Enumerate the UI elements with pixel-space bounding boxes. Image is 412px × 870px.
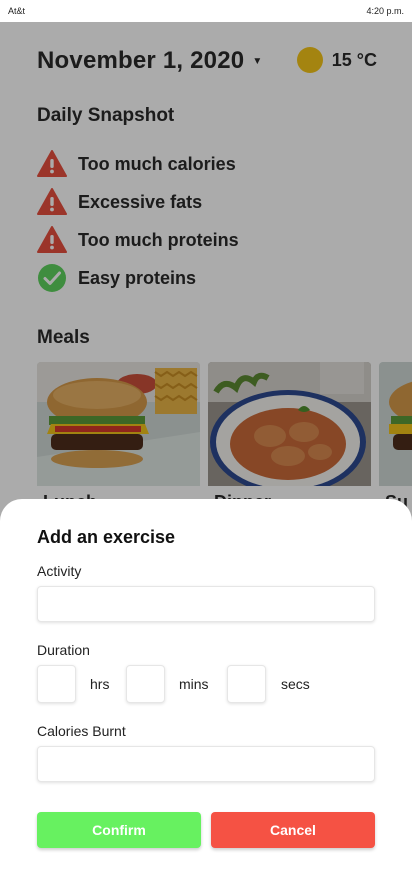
activity-label: Activity [37, 563, 82, 579]
carrier-name: At&t [8, 6, 26, 16]
seconds-input[interactable] [227, 665, 266, 703]
hours-input[interactable] [37, 665, 76, 703]
duration-inputs: hrs mins secs [37, 665, 377, 703]
add-exercise-sheet: Add an exercise Activity Duration hrs mi… [0, 499, 412, 870]
minutes-unit: mins [179, 676, 209, 692]
clock: 4:20 p.m. [366, 6, 404, 16]
duration-label: Duration [37, 642, 90, 658]
calories-label: Calories Burnt [37, 723, 126, 739]
activity-input[interactable] [37, 586, 375, 622]
seconds-unit: secs [281, 676, 310, 692]
sheet-title: Add an exercise [37, 527, 176, 547]
calories-input[interactable] [37, 746, 375, 782]
hours-unit: hrs [90, 676, 110, 692]
status-bar: At&t 4:20 p.m. [0, 0, 412, 22]
confirm-button[interactable]: Confirm [37, 812, 201, 848]
cancel-button[interactable]: Cancel [211, 812, 375, 848]
minutes-input[interactable] [126, 665, 165, 703]
